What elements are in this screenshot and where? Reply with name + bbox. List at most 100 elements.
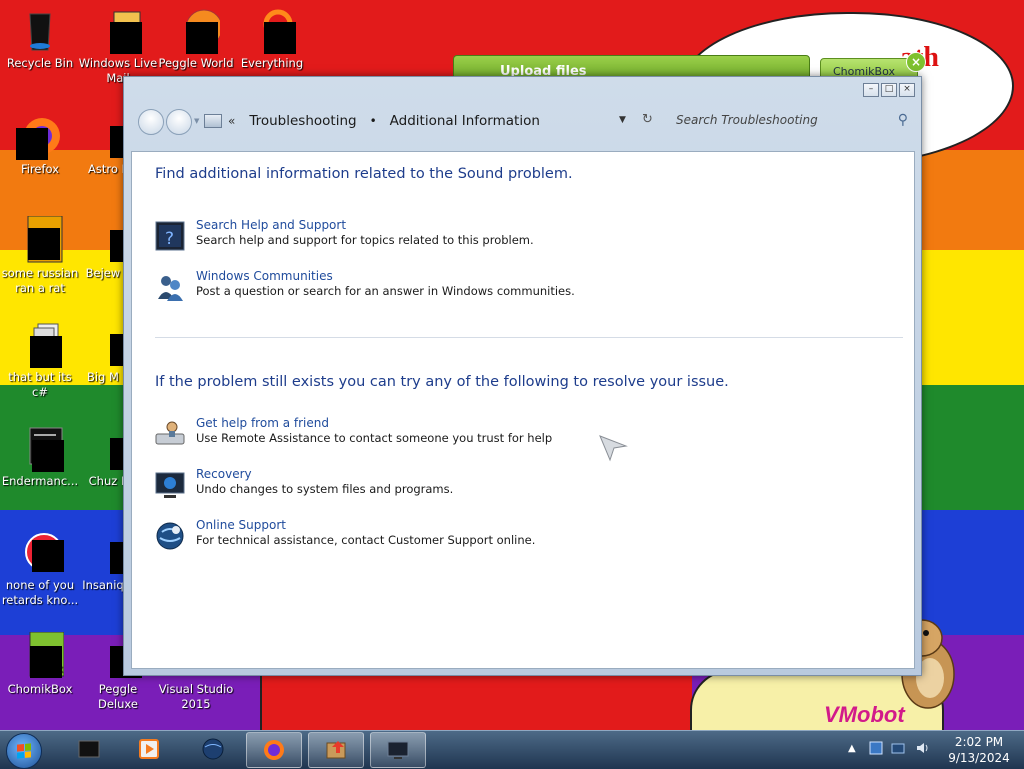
navigation-bar: ▼ « Troubleshooting • Additional Informa… [134,105,911,139]
media-player-icon [139,739,159,759]
clock-date: 9/13/2024 [948,751,1010,765]
desktop-icon-label: Peggle World [158,56,234,70]
monitor-icon [387,741,409,759]
clock-time: 2:02 PM [954,735,1004,749]
desktop-icon-endermanch[interactable]: Endermanc... [0,424,80,489]
windows-communities-item[interactable]: Windows Communities Post a question or s… [154,269,874,309]
online-support-item[interactable]: Online Support For technical assistance,… [154,518,874,558]
desktop-icon-chomikbox[interactable]: ox ChomikBox [0,631,80,697]
clock[interactable]: 2:02 PM 9/13/2024 [944,734,1014,766]
taskbar-item-troubleshooting[interactable] [370,732,426,768]
system-tray: ▲ 2:02 PM 9/13/2024 [842,731,1024,769]
item-title[interactable]: Recovery [196,467,252,481]
window-controls: – □ × [863,83,915,97]
action-center-icon[interactable] [868,740,884,756]
desktop-icon-label: Visual Studio 2015 [158,682,234,711]
breadcrumb-additional-information[interactable]: Additional Information [390,113,540,129]
breadcrumb-separator[interactable]: • [370,114,377,128]
search-box[interactable]: ⚲ [672,108,910,134]
section-divider [155,337,903,338]
desktop-icon-windows-live-mail[interactable]: Windows Live Mail [78,6,158,86]
maximize-button[interactable]: □ [881,83,897,97]
desktop-icon-label: that but its c# [8,370,72,399]
taskbar-item-command-prompt[interactable] [62,732,116,766]
desktop-icon-csharp[interactable]: that but its c# [0,320,80,400]
firefox-icon [264,740,284,760]
chomikbox-close-button[interactable]: × [906,52,926,72]
desktop-icon-recycle-bin[interactable]: Recycle Bin [0,6,80,71]
start-button[interactable] [6,733,42,769]
breadcrumb-overflow-chevron[interactable]: « [228,114,235,128]
address-bar[interactable]: « Troubleshooting • Additional Informati… [204,108,644,134]
mouse-cursor-icon [599,435,628,462]
desktop-icon-peggle-world[interactable]: Peggle World [156,6,236,71]
recovery-item[interactable]: Recovery Undo changes to system files an… [154,467,874,507]
content-pane: Find additional information related to t… [131,151,915,669]
troubleshooting-window: – □ × ▼ « Troubleshooting • Additional I… [123,76,922,676]
desktop-icon-label: Peggle Deluxe [98,682,138,711]
search-help-support-item[interactable]: ? Search Help and Support Search help an… [154,218,874,258]
item-title[interactable]: Windows Communities [196,269,333,283]
wallpaper-shape-red [260,670,692,730]
mail-icon [94,6,142,54]
recycle-bin-icon [16,6,64,54]
svg-text:?: ? [165,229,174,249]
command-prompt-icon [78,740,100,758]
item-description: Post a question or search for an answer … [196,284,575,298]
file-stack-icon [16,320,64,368]
item-title[interactable]: Get help from a friend [196,416,329,430]
back-button[interactable] [138,109,164,135]
people-icon [158,276,183,301]
volume-icon[interactable] [914,740,930,756]
forward-button[interactable] [166,109,192,135]
firefox-icon [16,112,64,160]
document-icon: e [16,215,64,264]
breadcrumb-troubleshooting[interactable]: Troubleshooting [249,113,356,129]
help-book-icon: ? [155,221,185,251]
taskbar-item-firefox[interactable] [246,732,302,768]
taskbar: ▲ 2:02 PM 9/13/2024 [0,730,1024,769]
chomikbox-icon [326,741,346,759]
recovery-monitor-icon [155,472,185,498]
desktop-icon-firefox[interactable]: Firefox [0,112,80,177]
item-description: Use Remote Assistance to contact someone… [196,431,553,445]
taskbar-item-globe[interactable] [186,732,240,766]
globe-support-icon [156,522,184,550]
item-description: For technical assistance, contact Custom… [196,533,536,547]
desktop-icon-label: ChomikBox [7,682,73,696]
search-input[interactable] [672,108,910,132]
desktop-icon-label: Firefox [20,162,60,176]
desktop-icon-rat[interactable]: e some russian ran a rat [0,215,80,296]
windows-logo-icon [17,743,31,759]
section-heading-resolve-issue: If the problem still exists you can try … [155,374,729,390]
close-button[interactable]: × [899,83,915,97]
item-title[interactable]: Search Help and Support [196,218,346,232]
desktop-icon-retards[interactable]: none of you retards kno... [0,528,80,608]
app-window-icon [16,424,64,472]
desktop-icon-everything[interactable]: Everything [232,6,312,71]
desktop-icon-label: Recycle Bin [6,56,74,70]
show-hidden-icons-button[interactable]: ▲ [848,743,856,754]
desktop-icon-label: Endermanc... [1,474,79,488]
taskbar-item-media-player[interactable] [122,732,176,766]
desktop-icon-label: none of you retards kno... [1,578,79,607]
search-icon[interactable]: ⚲ [898,112,908,128]
search-magnifier-icon [248,6,296,54]
section-heading-additional-info: Find additional information related to t… [155,166,573,182]
get-help-from-friend-item[interactable]: Get help from a friend Use Remote Assist… [154,416,874,456]
item-description: Search help and support for topics relat… [196,233,534,247]
minimize-button[interactable]: – [863,83,879,97]
refresh-icon[interactable]: ↻ [642,112,653,127]
desktop-icon-label: Everything [240,56,304,70]
desktop-icon-label: some russian ran a rat [1,266,79,295]
globe-icon [202,738,224,760]
item-title[interactable]: Online Support [196,518,286,532]
network-icon[interactable] [890,740,906,756]
taskbar-item-chomikbox[interactable] [308,732,364,768]
remote-assistance-icon [155,421,185,445]
control-panel-icon [204,114,222,128]
address-dropdown-icon[interactable]: ▼ [619,115,626,125]
peggle-icon [172,6,223,54]
item-description: Undo changes to system files and program… [196,482,454,496]
recent-pages-dropdown-icon[interactable]: ▼ [194,117,199,125]
